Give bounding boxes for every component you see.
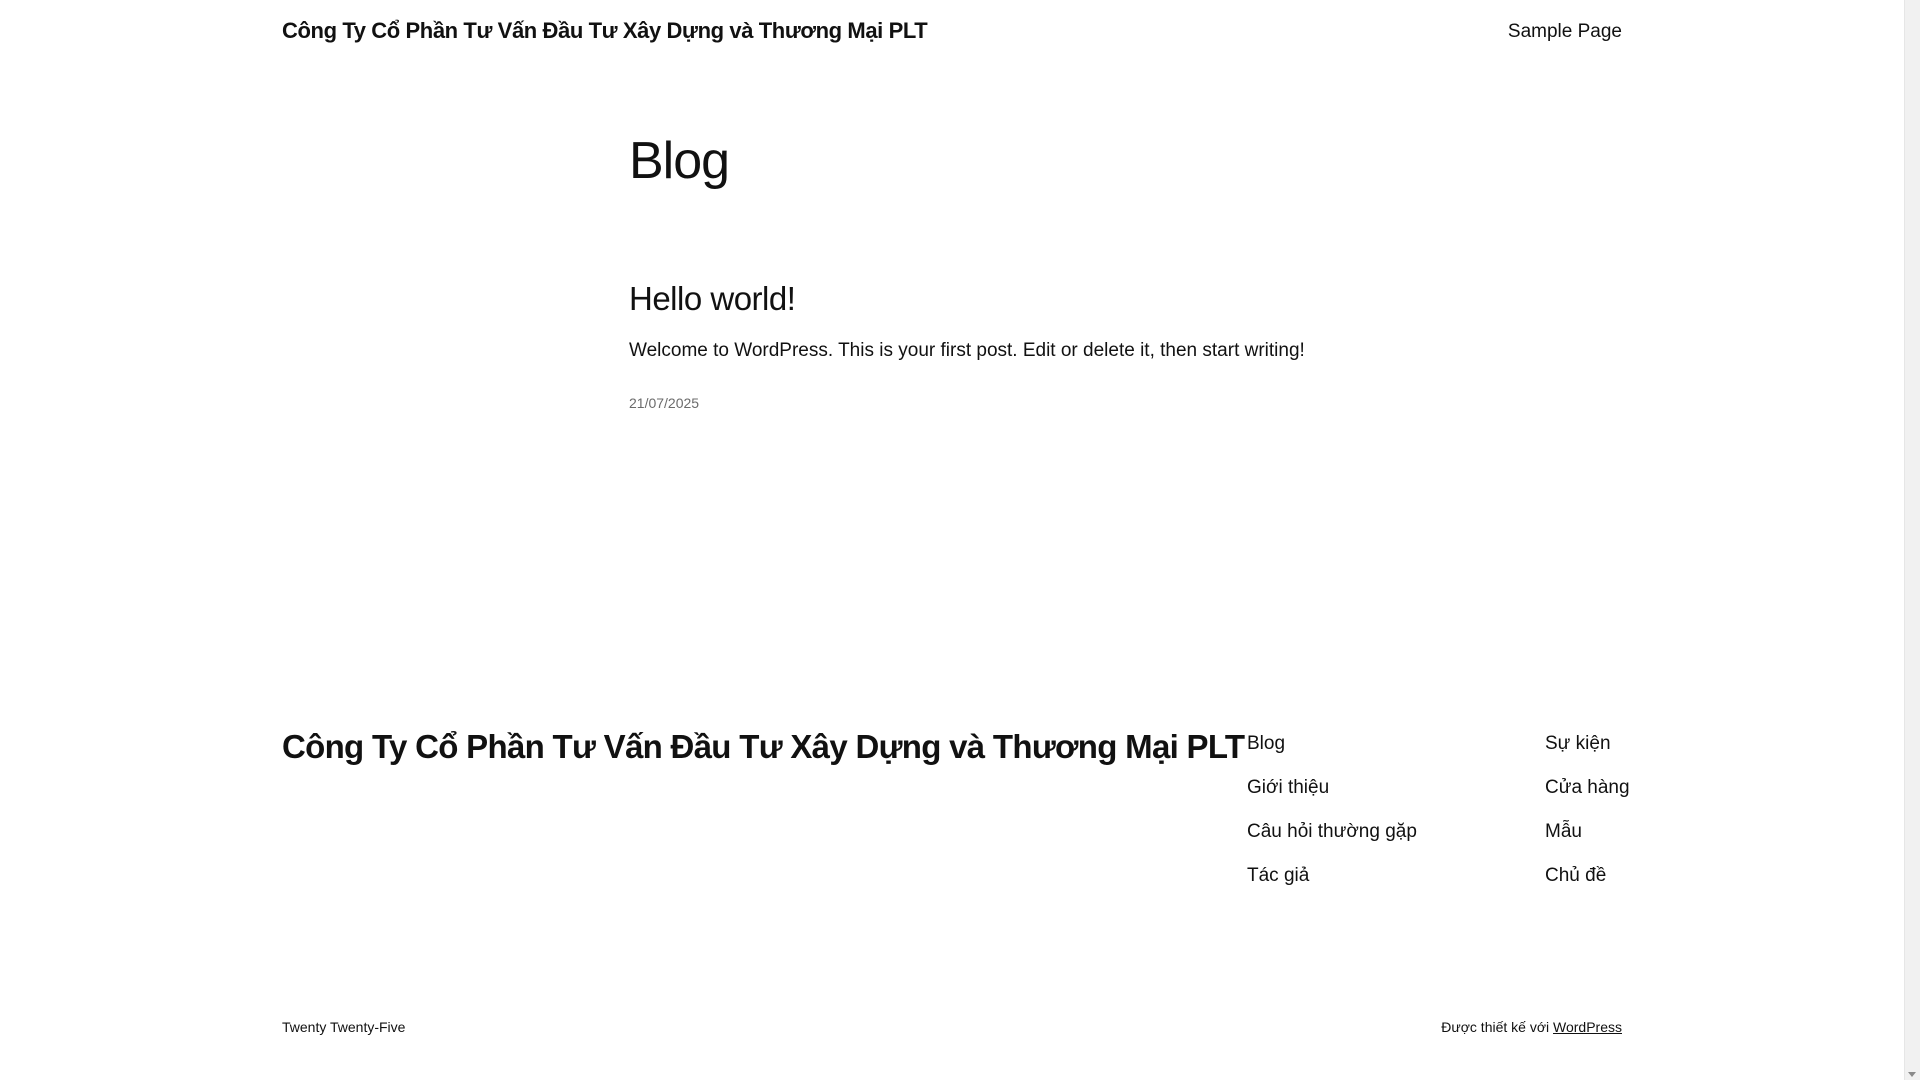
footer-link-patterns[interactable]: Mẫu (1545, 819, 1630, 844)
wordpress-link[interactable]: WordPress (1553, 1019, 1622, 1035)
post-title-link[interactable]: Hello world! (629, 282, 796, 315)
footer-link-faq[interactable]: Câu hỏi thường gặp (1247, 819, 1417, 844)
footer-link-blog[interactable]: Blog (1247, 731, 1417, 756)
footer-nav-column-2: Sự kiện Cửa hàng Mẫu Chủ đề (1545, 731, 1630, 888)
footer-link-authors[interactable]: Tác giả (1247, 863, 1417, 888)
vertical-scrollbar[interactable] (1904, 0, 1920, 1080)
footer-link-about[interactable]: Giới thiệu (1247, 775, 1417, 800)
header-nav: Sample Page (1508, 21, 1622, 43)
footer-link-events[interactable]: Sự kiện (1545, 731, 1630, 756)
footer-nav-column-1: Blog Giới thiệu Câu hỏi thường gặp Tác g… (1247, 731, 1417, 888)
footer-site-title-link[interactable]: Công Ty Cổ Phần Tư Vấn Đầu Tư Xây Dựng v… (282, 728, 1245, 766)
footer-link-shop[interactable]: Cửa hàng (1545, 775, 1630, 800)
nav-item-sample-page[interactable]: Sample Page (1508, 21, 1622, 42)
page-title: Blog (629, 132, 730, 190)
site-title-link[interactable]: Công Ty Cổ Phần Tư Vấn Đầu Tư Xây Dựng v… (282, 18, 928, 44)
chevron-down-icon[interactable] (1908, 1072, 1916, 1077)
theme-credit: Twenty Twenty-Five (282, 1019, 406, 1035)
designed-by-text: Được thiết kế với (1441, 1019, 1550, 1035)
footer-link-themes[interactable]: Chủ đề (1545, 863, 1630, 888)
designed-by-credit: Được thiết kế với WordPress (1441, 1019, 1622, 1035)
post-date-link[interactable]: 21/07/2025 (629, 395, 699, 411)
post-excerpt: Welcome to WordPress. This is your first… (629, 340, 1305, 361)
page: Công Ty Cổ Phần Tư Vấn Đầu Tư Xây Dựng v… (0, 0, 1905, 1080)
